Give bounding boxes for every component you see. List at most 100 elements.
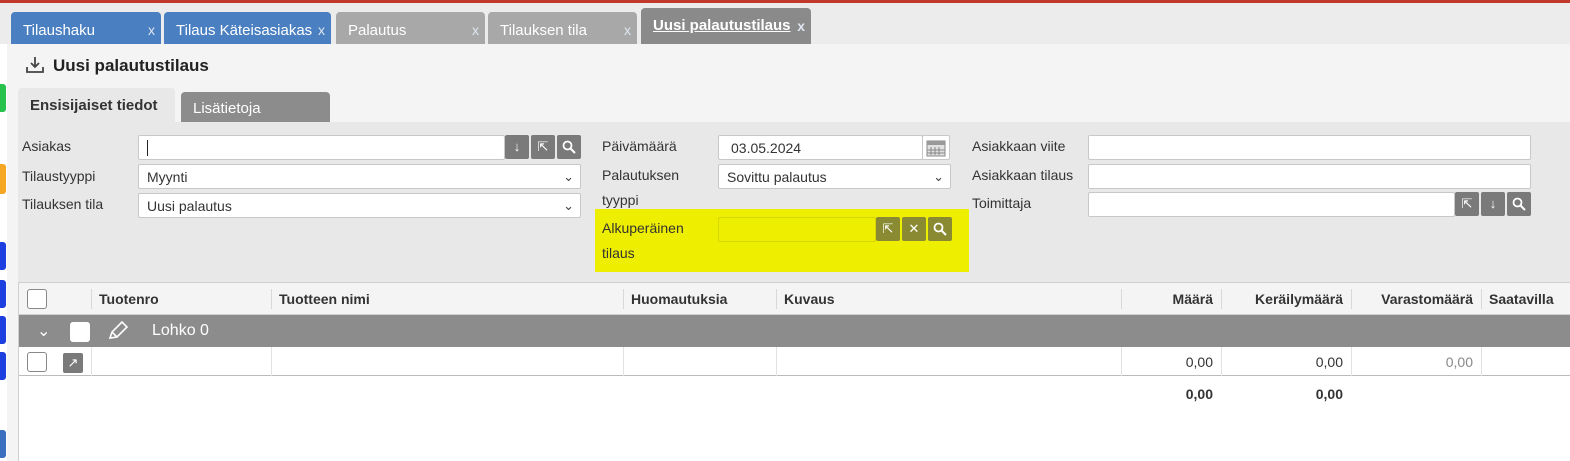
- column-header-maara[interactable]: Määrä: [1121, 291, 1213, 307]
- cell-divider: [776, 347, 777, 376]
- row-checkbox[interactable]: [27, 352, 47, 372]
- arrow-down-icon[interactable]: ↓: [1481, 192, 1505, 216]
- chevron-down-icon[interactable]: ⌄: [37, 321, 50, 341]
- status-indicator-green: [0, 84, 6, 112]
- group-checkbox[interactable]: [70, 322, 90, 342]
- toimittaja-input[interactable]: [1088, 192, 1455, 217]
- open-row-icon[interactable]: ↗: [63, 353, 83, 373]
- order-lines-grid: Tuotenro Tuotteen nimi Huomautuksia Kuva…: [18, 282, 1570, 461]
- pencil-icon[interactable]: [107, 320, 129, 344]
- palautuksen-tyyppi-value: Sovittu palautus: [727, 169, 827, 185]
- asiakas-input[interactable]: [138, 135, 505, 160]
- total-maara: 0,00: [1185, 386, 1213, 402]
- search-icon[interactable]: [928, 217, 952, 241]
- search-icon[interactable]: [1507, 192, 1531, 216]
- close-icon[interactable]: x: [624, 22, 631, 38]
- page-title: Uusi palautustilaus: [53, 56, 209, 75]
- tab-label: Uusi palautustilaus: [653, 17, 791, 34]
- column-header-kerailymaara[interactable]: Keräilymäärä: [1221, 291, 1343, 307]
- left-status-strip: [0, 44, 7, 461]
- search-icon[interactable]: [557, 135, 581, 159]
- tilauksen-tila-label: Tilauksen tila: [22, 196, 104, 212]
- total-kerailymaara: 0,00: [1315, 386, 1343, 402]
- arrow-down-icon[interactable]: ↓: [505, 135, 529, 159]
- column-header-saatavilla-clip: Saatavilla: [1489, 291, 1570, 307]
- close-icon[interactable]: x: [797, 18, 805, 34]
- asiakkaan-tilaus-input[interactable]: [1088, 164, 1531, 189]
- cell-divider: [271, 347, 272, 376]
- tab-label: Palautus: [348, 22, 407, 39]
- form-area: Asiakas ↓ ⇱ Tilaustyyppi Myynti ⌄ Tilauk…: [18, 122, 1570, 282]
- tab-tilauksen-tila[interactable]: Tilauksen tila x: [488, 12, 637, 44]
- tab-tilaushaku[interactable]: Tilaushaku x: [11, 12, 161, 44]
- group-row: ⌄ Lohko 0: [19, 315, 1570, 347]
- chevron-down-icon: ⌄: [563, 169, 574, 184]
- tilauksen-tila-select[interactable]: Uusi palautus ⌄: [138, 193, 581, 218]
- column-header-tuotenro[interactable]: Tuotenro: [99, 291, 159, 307]
- close-icon[interactable]: x: [472, 22, 479, 38]
- column-divider: [271, 289, 272, 309]
- paivamaara-value: 03.05.2024: [731, 140, 802, 156]
- palautuksen-tyyppi-label-2: tyyppi: [602, 192, 639, 208]
- status-indicator-blue: [0, 316, 6, 344]
- paivamaara-input[interactable]: 03.05.2024: [718, 135, 923, 160]
- tilaustyyppi-value: Myynti: [147, 169, 188, 185]
- close-icon[interactable]: x: [148, 22, 155, 38]
- open-external-icon[interactable]: ⇱: [876, 217, 900, 241]
- asiakkaan-tilaus-label: Asiakkaan tilaus: [972, 167, 1074, 183]
- clear-icon[interactable]: ✕: [902, 217, 926, 241]
- tilaustyyppi-select[interactable]: Myynti ⌄: [138, 164, 581, 189]
- calendar-icon[interactable]: [922, 135, 950, 160]
- tab-lisatietoja[interactable]: Lisätietoja: [181, 92, 330, 122]
- status-indicator-blue: [0, 352, 6, 380]
- paivamaara-label: Päivämäärä: [602, 138, 677, 154]
- cell-kerailymaara[interactable]: 0,00: [1221, 354, 1343, 370]
- palautuksen-tyyppi-label: Palautuksen: [602, 167, 680, 183]
- column-divider: [91, 289, 92, 309]
- column-divider: [776, 289, 777, 309]
- column-header-varastomaara[interactable]: Varastomäärä: [1351, 291, 1473, 307]
- status-indicator-orange: [0, 164, 6, 194]
- tab-label: Tilauksen tila: [500, 22, 587, 39]
- select-all-checkbox[interactable]: [27, 289, 47, 309]
- chevron-down-icon: ⌄: [563, 198, 574, 213]
- alkuperainen-tilaus-input[interactable]: [718, 217, 876, 242]
- status-indicator-blue: [0, 280, 6, 308]
- tab-label: Tilaus Käteisasiakas: [176, 22, 313, 39]
- column-header-saatavilla[interactable]: Saatavilla: [1489, 291, 1554, 307]
- column-divider: [1481, 289, 1482, 309]
- tab-ensisijaiset-tiedot[interactable]: Ensisijaiset tiedot: [18, 88, 175, 122]
- alkuperainen-tilaus-label-2: tilaus: [602, 245, 635, 261]
- toimittaja-label: Toimittaja: [972, 195, 1032, 211]
- tab-label: Tilaushaku: [23, 22, 95, 39]
- cell-divider: [1481, 347, 1482, 376]
- asiakkaan-viite-input[interactable]: [1088, 135, 1531, 160]
- page-header: Uusi palautustilaus: [25, 54, 209, 78]
- tab-bar: Tilaushaku x Tilaus Käteisasiakas x Pala…: [0, 3, 1570, 46]
- status-indicator-blue: [0, 242, 6, 270]
- tab-tilaus-kateisasiakas[interactable]: Tilaus Käteisasiakas x: [164, 12, 331, 44]
- grid-header: Tuotenro Tuotteen nimi Huomautuksia Kuva…: [19, 282, 1570, 315]
- cell-varastomaara: 0,00: [1445, 354, 1473, 370]
- column-header-tuotteen-nimi[interactable]: Tuotteen nimi: [279, 291, 370, 307]
- cell-divider: [91, 347, 92, 376]
- alkuperainen-tilaus-label: Alkuperäinen: [602, 220, 684, 236]
- open-external-icon[interactable]: ⇱: [1455, 192, 1479, 216]
- cell-maara[interactable]: 0,00: [1121, 354, 1213, 370]
- chevron-down-icon: ⌄: [933, 169, 944, 184]
- tilaustyyppi-label: Tilaustyyppi: [22, 168, 96, 184]
- palautuksen-tyyppi-select[interactable]: Sovittu palautus ⌄: [718, 164, 951, 189]
- column-header-kuvaus[interactable]: Kuvaus: [784, 291, 835, 307]
- status-indicator-blue: [0, 430, 6, 458]
- table-row[interactable]: ↗ 0,00 0,00 0,00: [19, 347, 1570, 376]
- asiakkaan-viite-label: Asiakkaan viite: [972, 138, 1066, 154]
- close-icon[interactable]: x: [318, 22, 325, 38]
- open-external-icon[interactable]: ⇱: [531, 135, 555, 159]
- main-panel: Uusi palautustilaus Ensisijaiset tiedot …: [7, 44, 1570, 461]
- download-icon: [25, 55, 45, 78]
- cell-divider: [623, 347, 624, 376]
- tab-uusi-palautustilaus[interactable]: Uusi palautustilaus x: [641, 8, 811, 46]
- tilauksen-tila-value: Uusi palautus: [147, 198, 232, 214]
- column-header-huomautuksia[interactable]: Huomautuksia: [631, 291, 727, 307]
- tab-palautus[interactable]: Palautus x: [336, 12, 485, 44]
